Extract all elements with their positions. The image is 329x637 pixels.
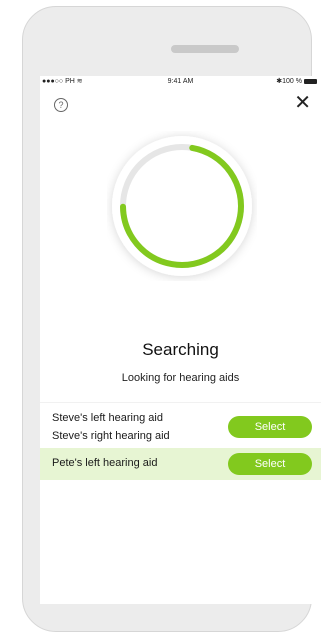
select-button[interactable]: Select <box>228 416 312 438</box>
battery-text: ✱100 % <box>276 78 302 85</box>
battery-icon <box>304 78 317 84</box>
device-name: Pete's left hearing aid <box>52 457 158 469</box>
device-row-pete: Pete's left hearing aid Select <box>40 448 321 480</box>
device-name: Steve's right hearing aid <box>52 430 170 442</box>
phone-speaker <box>171 45 239 53</box>
status-bar: ●●●○○ PH ≋ 9:41 AM ✱100 % <box>40 76 321 88</box>
device-name: Steve's left hearing aid <box>52 412 163 424</box>
page-subtitle: Looking for hearing aids <box>121 372 240 384</box>
select-button[interactable]: Select <box>228 453 312 475</box>
search-progress-ring <box>112 136 252 276</box>
help-icon[interactable]: ? <box>54 98 68 112</box>
app-screen: ●●●○○ PH ≋ 9:41 AM ✱100 % ? ✕ Searching … <box>40 76 321 604</box>
close-icon[interactable]: ✕ <box>294 93 311 113</box>
page-title: Searching <box>142 340 219 359</box>
device-row-steve: Steve's left hearing aid Steve's right h… <box>40 402 321 449</box>
progress-disc <box>112 136 252 276</box>
battery-status: ✱100 % <box>276 76 317 88</box>
